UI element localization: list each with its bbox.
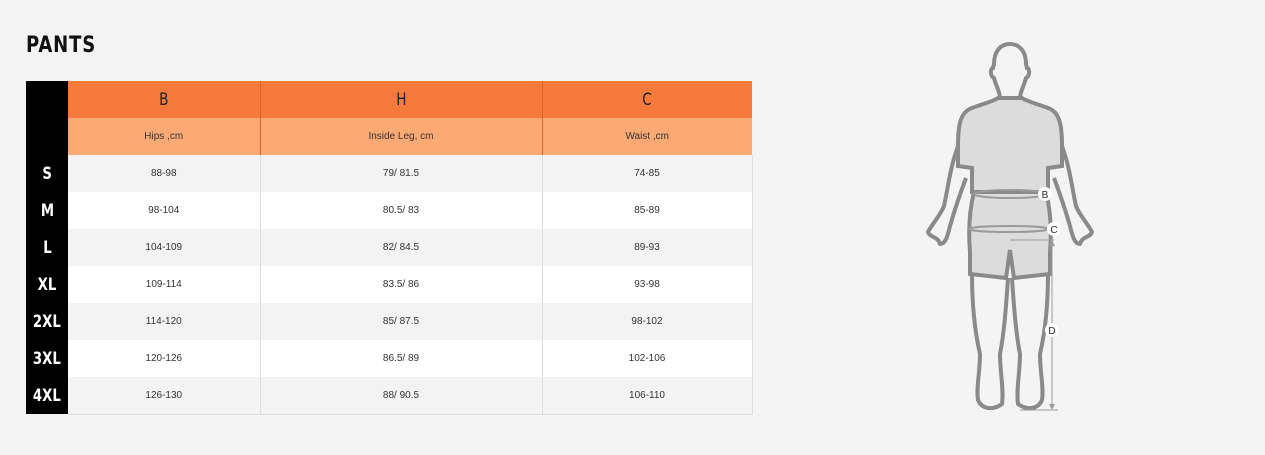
figure-shorts bbox=[967, 190, 1053, 281]
table-row: S 88-98 79/ 81.5 74-85 bbox=[26, 155, 753, 192]
hips-value: 120-126 bbox=[68, 340, 261, 377]
waist-value: 98-102 bbox=[542, 303, 753, 340]
table-row: M 98-104 80.5/ 83 85-89 bbox=[26, 192, 753, 229]
size-chart-table: B H C Hips ,cm Inside Leg, cm Waist ,cm … bbox=[26, 81, 753, 415]
figure-left-leg bbox=[970, 273, 1010, 411]
size-label: 3XL bbox=[26, 340, 68, 377]
hips-value: 109-114 bbox=[68, 266, 261, 303]
table-row: 3XL 120-126 86.5/ 89 102-106 bbox=[26, 340, 753, 377]
size-label: S bbox=[26, 155, 68, 192]
size-label: M bbox=[26, 192, 68, 229]
inside-leg-value: 80.5/ 83 bbox=[260, 192, 543, 229]
size-label: 2XL bbox=[26, 303, 68, 340]
size-label: XL bbox=[26, 266, 68, 303]
inside-leg-value: 88/ 90.5 bbox=[260, 377, 543, 415]
figure-torso bbox=[956, 96, 1064, 194]
table-row: XL 109-114 83.5/ 86 93-98 bbox=[26, 266, 753, 303]
hips-value: 114-120 bbox=[68, 303, 261, 340]
table-row: 2XL 114-120 85/ 87.5 98-102 bbox=[26, 303, 753, 340]
column-letter-c: C bbox=[542, 81, 752, 118]
header-description-row: Hips ,cm Inside Leg, cm Waist ,cm bbox=[26, 118, 752, 155]
size-label: 4XL bbox=[26, 377, 68, 414]
column-letter-h: H bbox=[260, 81, 543, 118]
inside-leg-value: 85/ 87.5 bbox=[260, 303, 543, 340]
waist-value: 89-93 bbox=[542, 229, 753, 266]
hips-value: 88-98 bbox=[68, 155, 261, 192]
size-label: L bbox=[26, 229, 68, 266]
hips-value: 126-130 bbox=[68, 377, 261, 415]
figure-right-leg bbox=[1010, 273, 1050, 411]
column-desc-waist: Waist ,cm bbox=[542, 118, 752, 155]
marker-d: D bbox=[1048, 326, 1055, 337]
hips-value: 104-109 bbox=[68, 229, 261, 266]
waist-value: 106-110 bbox=[542, 377, 753, 415]
header-letter-row: B H C bbox=[26, 81, 752, 155]
hips-value: 98-104 bbox=[68, 192, 261, 229]
marker-b: B bbox=[1042, 190, 1049, 201]
table-row: L 104-109 82/ 84.5 89-93 bbox=[26, 229, 753, 266]
page-title: PANTS bbox=[26, 33, 97, 58]
column-letter-b: B bbox=[68, 81, 261, 118]
table-corner bbox=[26, 81, 68, 155]
waist-value: 74-85 bbox=[542, 155, 753, 192]
inside-leg-value: 79/ 81.5 bbox=[260, 155, 543, 192]
waist-value: 93-98 bbox=[542, 266, 753, 303]
column-desc-inside-leg: Inside Leg, cm bbox=[260, 118, 543, 155]
waist-value: 85-89 bbox=[542, 192, 753, 229]
waist-value: 102-106 bbox=[542, 340, 753, 377]
table-row: 4XL 126-130 88/ 90.5 106-110 bbox=[26, 377, 753, 415]
column-desc-hips: Hips ,cm bbox=[68, 118, 261, 155]
inside-leg-value: 83.5/ 86 bbox=[260, 266, 543, 303]
figure-head bbox=[988, 41, 1032, 100]
marker-c: C bbox=[1050, 225, 1057, 236]
arrow-down-icon bbox=[1049, 404, 1055, 410]
inside-leg-value: 82/ 84.5 bbox=[260, 229, 543, 266]
body-measurement-figure: B C D bbox=[926, 41, 1094, 411]
inside-leg-value: 86.5/ 89 bbox=[260, 340, 543, 377]
